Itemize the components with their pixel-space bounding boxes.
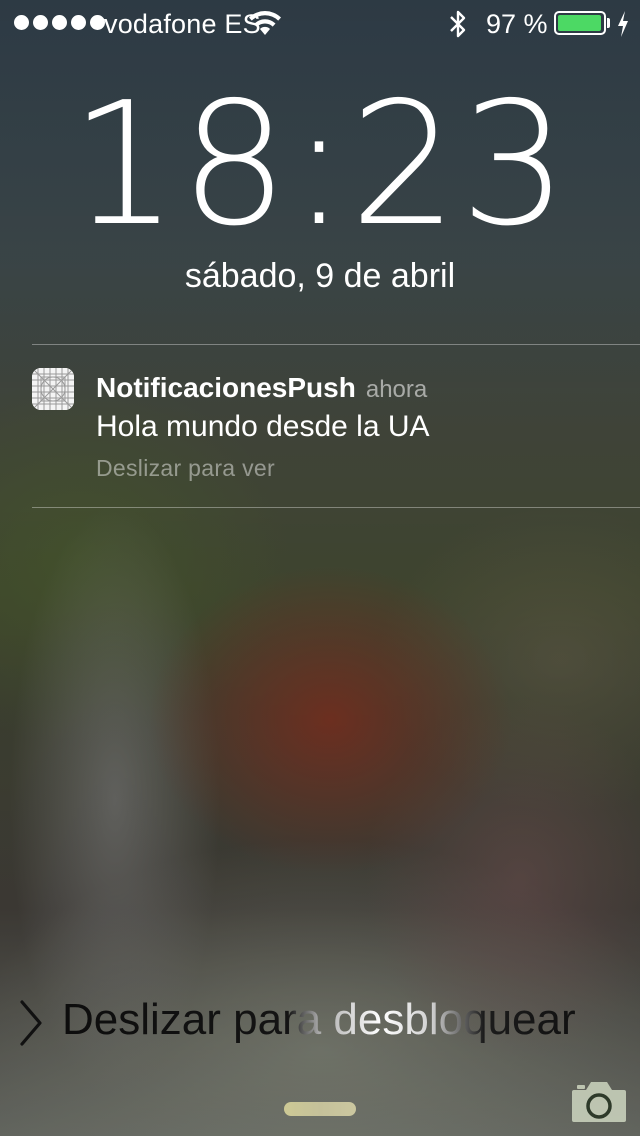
notification-app-name: NotificacionesPush — [96, 372, 356, 403]
push-notification[interactable]: NotificacionesPush ahora Hola mundo desde… — [0, 345, 640, 507]
battery-cap — [607, 18, 610, 28]
battery-percentage: 97 % — [486, 9, 548, 39]
battery-icon — [554, 11, 606, 35]
notification-divider-bottom — [32, 507, 640, 508]
wifi-icon — [249, 11, 281, 35]
battery-level-fill — [558, 15, 601, 31]
home-grabber[interactable] — [284, 1102, 356, 1116]
chevron-right-icon — [20, 1000, 42, 1046]
lock-screen-date: sábado, 9 de abril — [184, 257, 456, 295]
notification-title: NotificacionesPush ahora — [96, 370, 427, 408]
signal-strength-icon — [14, 15, 105, 30]
carrier-name: vodafone ES — [104, 9, 261, 39]
app-grid-icon — [32, 368, 74, 410]
slide-to-unlock[interactable]: Deslizar para desbloquear — [0, 990, 640, 1054]
bluetooth-icon — [450, 10, 466, 38]
slide-to-unlock-label: Deslizar para desbloquear — [62, 990, 576, 1050]
lock-screen-clock: 18:23 — [70, 66, 570, 264]
notification-message: Hola mundo desde la UA — [96, 410, 430, 443]
charging-bolt-icon — [618, 11, 628, 37]
status-bar: vodafone ES 97 % — [0, 0, 640, 48]
notification-time: ahora — [365, 376, 428, 403]
notification-action-hint: Deslizar para ver — [96, 455, 275, 481]
camera-icon[interactable] — [570, 1078, 628, 1124]
